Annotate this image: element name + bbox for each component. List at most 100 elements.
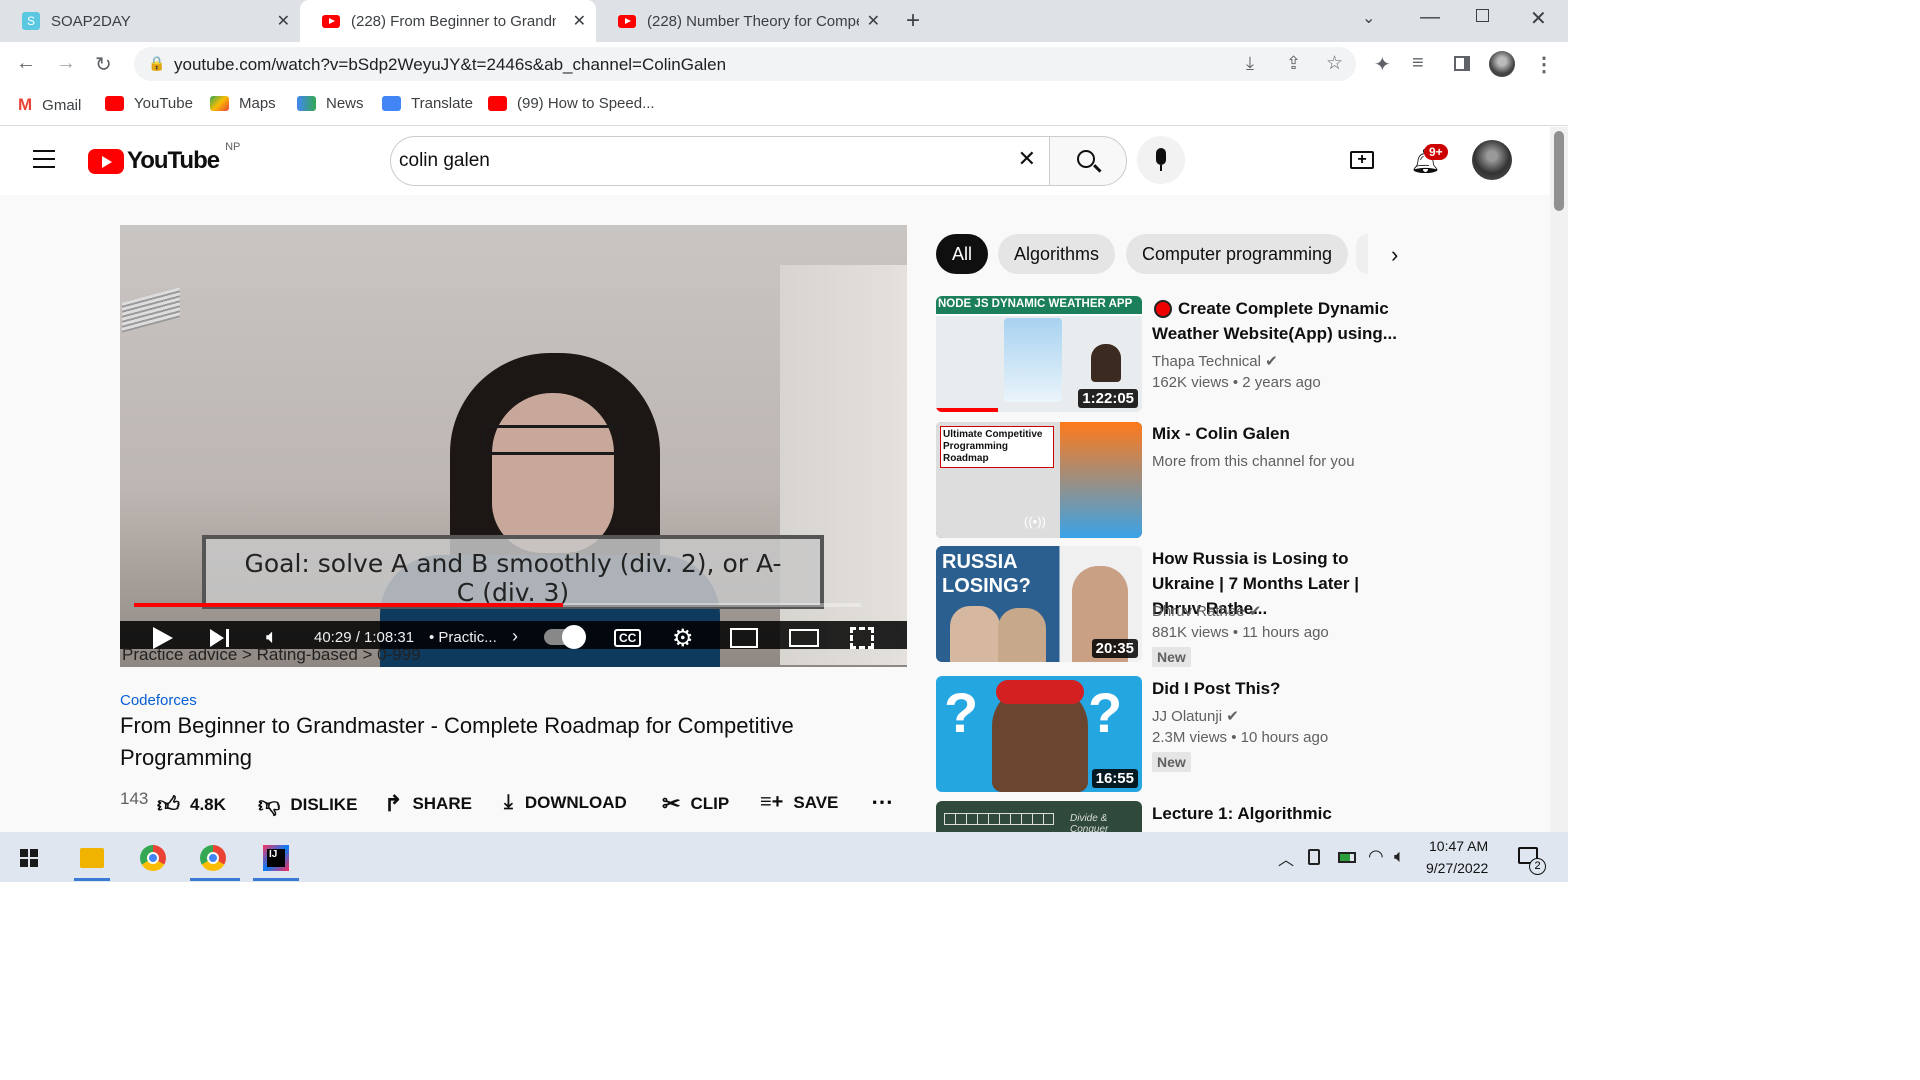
chevron-right-icon[interactable]: › — [1391, 242, 1398, 268]
tab-soap2day[interactable]: S SOAP2DAY ✕ — [0, 0, 300, 42]
bookmark-gmail[interactable]: M Gmail — [18, 95, 81, 115]
bookmark-translate[interactable]: Translate — [382, 95, 473, 112]
settings-gear-icon[interactable]: ⚙ — [672, 624, 694, 653]
wifi-icon[interactable]: ◠ — [1368, 846, 1384, 867]
download-button[interactable]: ⤓ DOWNLOAD — [504, 791, 627, 814]
chip-partial[interactable] — [1356, 234, 1368, 274]
chip-algorithms[interactable]: Algorithms — [998, 234, 1116, 274]
clock-time[interactable]: 10:47 AM — [1429, 838, 1488, 854]
video-title: From Beginner to Grandmaster - Complete … — [120, 713, 794, 770]
save-label: SAVE — [793, 792, 839, 812]
clock-date[interactable]: 9/27/2022 — [1426, 860, 1488, 876]
search-input[interactable]: colin galen ✕ — [390, 136, 1050, 186]
recommendation-title[interactable]: Did I Post This? — [1152, 676, 1402, 701]
recommendation-thumbnail[interactable]: Ultimate Competitive Programming Roadmap… — [936, 422, 1142, 538]
dislike-button[interactable]: 👎︎ DISLIKE — [258, 791, 357, 818]
chrome-profile-icon[interactable] — [200, 845, 226, 871]
youtube-favicon-icon — [618, 14, 636, 28]
recommendation-channel[interactable]: More from this channel for you — [1152, 453, 1355, 470]
recommendation-channel[interactable]: Dhruv Rathee ✔ — [1152, 602, 1261, 620]
news-icon — [297, 96, 316, 111]
recommendation-title[interactable]: Create Complete Dynamic Weather Website(… — [1152, 296, 1402, 346]
chrome-icon[interactable] — [140, 845, 166, 871]
recommendation-thumbnail[interactable]: ? ? 16:55 — [936, 676, 1142, 792]
thumb-person — [950, 606, 1000, 662]
miniplayer-icon[interactable] — [730, 628, 758, 648]
lock-icon[interactable]: 🔒 — [148, 55, 165, 72]
battery-icon[interactable] — [1338, 852, 1356, 863]
bookmark-youtube[interactable]: YouTube — [105, 95, 193, 112]
youtube-wordmark: YouTube — [127, 147, 220, 174]
browser-toolbar: ← → ↻ 🔒 youtube.com/watch?v=bSdp2WeyuJY&… — [0, 42, 1568, 86]
theater-mode-icon[interactable] — [789, 629, 819, 647]
media-control-icon[interactable]: ≡ — [1412, 52, 1424, 75]
more-actions-icon[interactable]: ⋯ — [871, 789, 893, 815]
address-bar[interactable]: 🔒 youtube.com/watch?v=bSdp2WeyuJY&t=2446… — [134, 47, 1356, 81]
subtitles-cc-icon[interactable]: CC — [614, 629, 642, 647]
recommendation-channel[interactable]: JJ Olatunji ✔ — [1152, 707, 1239, 725]
chip-all[interactable]: All — [936, 234, 989, 274]
tab-number-theory[interactable]: (228) Number Theory for Compe ✕ — [596, 0, 890, 42]
maps-icon — [210, 96, 229, 111]
chip-computer-programming[interactable]: Computer programming — [1126, 234, 1349, 274]
url-text: youtube.com/watch?v=bSdp2WeyuJY&t=2446s&… — [174, 55, 727, 74]
intellij-icon[interactable]: IJ — [263, 845, 289, 871]
thumb-person — [998, 608, 1046, 662]
device-icon[interactable] — [1308, 849, 1320, 865]
hamburger-menu-icon[interactable] — [33, 150, 55, 168]
scrollbar-thumb[interactable] — [1554, 131, 1564, 211]
back-icon[interactable]: ← — [16, 52, 36, 75]
channel-name-link[interactable]: Codeforces — [120, 692, 197, 709]
recommendation-thumbnail[interactable]: Divide & Conquer — [936, 801, 1142, 832]
save-button[interactable]: ≡+ SAVE — [760, 791, 838, 814]
presenter-glasses — [482, 425, 622, 455]
extensions-icon[interactable]: ✦ — [1374, 52, 1391, 77]
search-button[interactable] — [1049, 136, 1127, 186]
youtube-logo[interactable]: YouTube NP — [88, 141, 240, 175]
menu-kebab-icon[interactable]: ⋮ — [1534, 52, 1554, 77]
file-explorer-icon[interactable] — [80, 848, 104, 868]
bookmark-speed[interactable]: (99) How to Speed... — [488, 95, 655, 112]
chevron-up-icon[interactable]: ︿ — [1278, 846, 1294, 870]
side-panel-icon[interactable] — [1454, 56, 1470, 71]
bookmark-news[interactable]: News — [297, 95, 364, 112]
account-avatar[interactable] — [1472, 140, 1512, 180]
close-icon[interactable]: ✕ — [573, 11, 586, 31]
chevron-right-icon[interactable]: › — [512, 626, 518, 647]
question-mark-text: ? — [1088, 681, 1123, 744]
dislike-label: DISLIKE — [290, 794, 358, 814]
install-icon[interactable]: ⤓ — [1246, 53, 1254, 74]
close-icon[interactable]: ✕ — [277, 11, 290, 31]
progress-bar[interactable] — [134, 603, 861, 607]
fullscreen-icon[interactable] — [850, 627, 874, 649]
recommendation-channel[interactable]: Thapa Technical ✔ — [1152, 352, 1278, 370]
page-scrollbar[interactable] — [1550, 127, 1568, 832]
profile-avatar[interactable] — [1489, 51, 1515, 77]
bookmark-star-icon[interactable]: ☆ — [1326, 52, 1343, 75]
share-button[interactable]: ↱ SHARE — [384, 791, 472, 817]
clear-search-icon[interactable]: ✕ — [1018, 146, 1036, 172]
tab-active-video[interactable]: (228) From Beginner to Grandma ✕ — [300, 0, 596, 42]
reload-icon[interactable]: ↻ — [95, 52, 112, 77]
voice-search-button[interactable] — [1137, 136, 1185, 184]
clip-button[interactable]: ✂ CLIP — [662, 791, 729, 817]
volume-icon[interactable]: 🔈︎ — [1394, 846, 1405, 867]
new-tab-icon[interactable]: + — [906, 7, 920, 35]
windows-start-icon[interactable] — [20, 849, 38, 867]
close-window-icon[interactable]: ✕ — [1530, 6, 1547, 31]
forward-icon[interactable]: → — [56, 52, 76, 75]
chapter-title[interactable]: • Practic... — [429, 629, 497, 646]
close-icon[interactable]: ✕ — [867, 11, 880, 31]
recommendation-title[interactable]: Mix - Colin Galen — [1152, 421, 1402, 446]
minimize-icon[interactable]: — — [1420, 6, 1440, 29]
tab-search-icon[interactable]: ⌄ — [1362, 8, 1375, 28]
create-video-icon[interactable]: + — [1350, 151, 1374, 169]
share-icon[interactable]: ⇪ — [1286, 53, 1301, 74]
restore-icon[interactable] — [1476, 9, 1489, 22]
autoplay-toggle[interactable] — [544, 625, 586, 649]
video-player[interactable]: Goal: solve A and B smoothly (div. 2), o… — [120, 225, 907, 667]
bookmark-maps[interactable]: Maps — [210, 95, 276, 112]
recommendation-thumbnail[interactable]: NODE JS DYNAMIC WEATHER APP 1:22:05 — [936, 296, 1142, 412]
like-button[interactable]: 👍︎ 4.8K — [157, 791, 226, 818]
recommendation-thumbnail[interactable]: RUSSIA LOSING? 20:35 — [936, 546, 1142, 662]
